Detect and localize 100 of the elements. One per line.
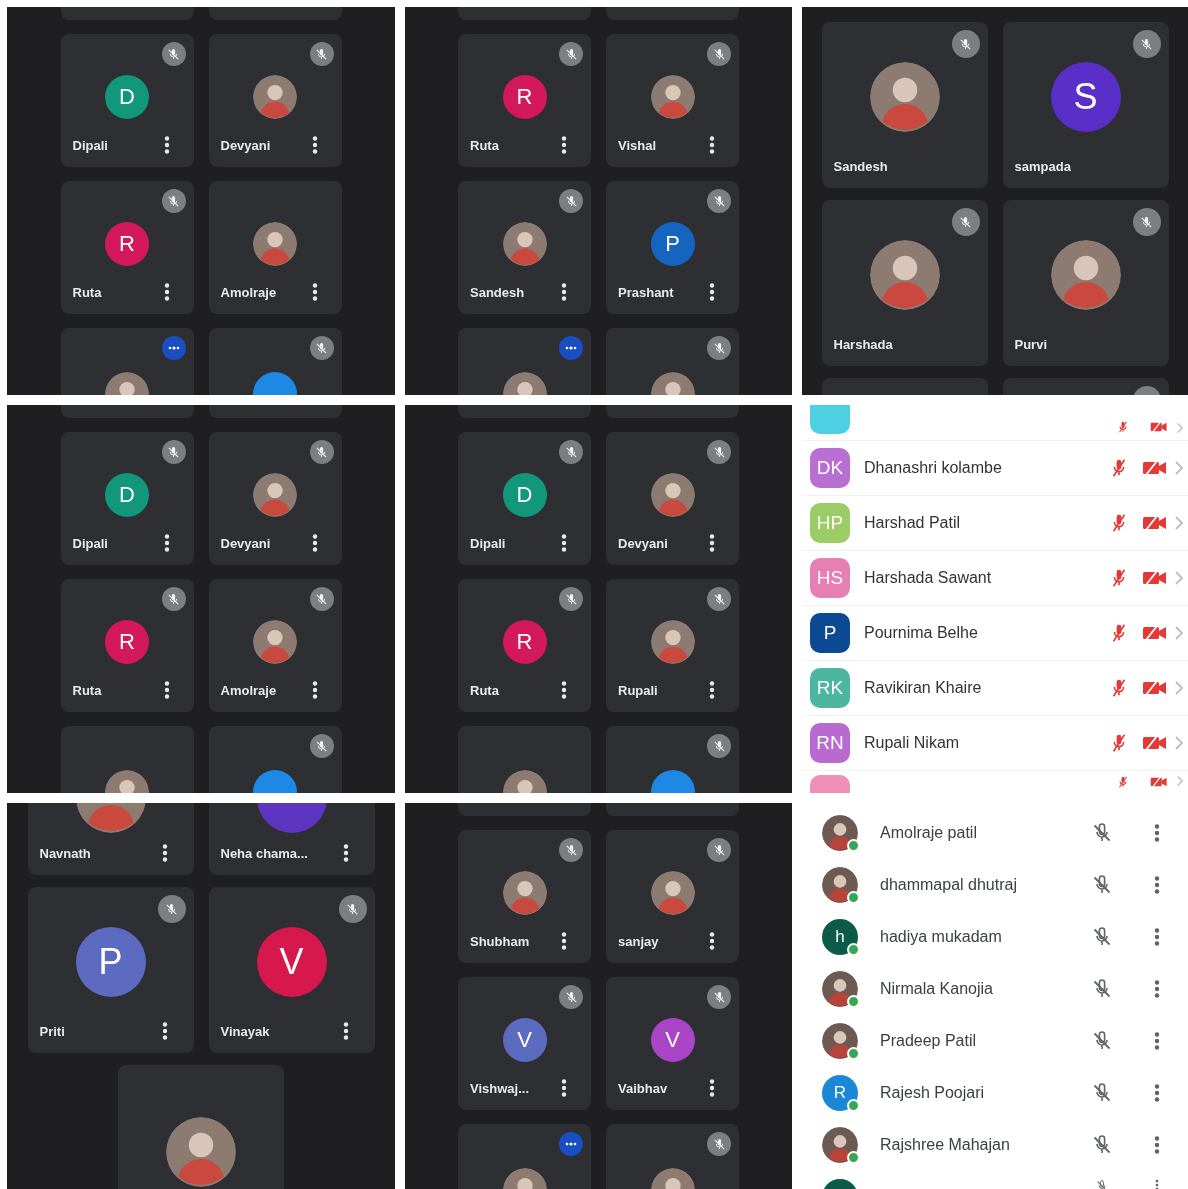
- profile-photo-placeholder: [650, 472, 695, 517]
- online-status-dot: [847, 1047, 860, 1060]
- participant-name: Navnath: [39, 845, 91, 861]
- avatar-initial: D: [502, 472, 547, 517]
- participant-name: Priti: [39, 1023, 65, 1039]
- mic-off-icon: [1116, 775, 1130, 789]
- participant-name: Shubham: [470, 933, 530, 949]
- profile-photo-placeholder: [650, 74, 695, 119]
- online-status-dot: [847, 995, 860, 1008]
- more-options-button[interactable]: [707, 1078, 717, 1098]
- video-off-icon: [1150, 775, 1168, 789]
- avatar-initial: D: [105, 74, 149, 119]
- participant-name: sampada: [1014, 158, 1071, 174]
- avatar-initials: RN: [810, 723, 850, 763]
- avatar-initial: V: [650, 1017, 695, 1062]
- more-options-button[interactable]: [1152, 1135, 1162, 1155]
- participant-name: Amolraje: [220, 682, 277, 698]
- mic-off-icon: [1116, 420, 1130, 434]
- profile-photo-placeholder: [502, 221, 547, 266]
- more-options-button[interactable]: [1152, 927, 1162, 947]
- avatar-initial: D: [105, 472, 149, 517]
- profile-photo-placeholder: [1050, 240, 1121, 310]
- avatar-initials: RK: [810, 668, 850, 708]
- participant-name: Devyani: [220, 137, 271, 153]
- profile-photo-placeholder: [253, 221, 297, 266]
- participant-name: Prashant: [618, 284, 674, 300]
- video-off-icon: [1150, 420, 1168, 434]
- online-status-dot: [847, 839, 860, 852]
- participant-name: Devyani: [220, 535, 271, 551]
- more-options-button[interactable]: [1152, 823, 1162, 843]
- participant-name: Devyani: [618, 535, 668, 551]
- participant-name: Ruta: [470, 682, 499, 698]
- participant-name: Dipali: [72, 535, 108, 551]
- participant-name: Vaibhav: [618, 1080, 668, 1096]
- participant-name: Dhanashri kolambe: [864, 459, 1002, 477]
- more-options-button[interactable]: [1152, 875, 1162, 895]
- profile-photo-placeholder: [166, 1117, 236, 1187]
- participant-name: Purvi: [1014, 336, 1047, 352]
- avatar-initial: R: [502, 74, 547, 119]
- participant-name: dhammapal dhutraj: [880, 876, 1017, 894]
- online-status-dot: [847, 1099, 860, 1112]
- more-options-button[interactable]: [707, 282, 717, 302]
- more-options-button[interactable]: [1152, 1083, 1162, 1103]
- participant-name: Pournima Belhe: [864, 624, 978, 642]
- participant-name: Vishwaj...: [470, 1080, 529, 1096]
- avatar-initial: S: [1050, 62, 1121, 132]
- more-options-button[interactable]: [1152, 979, 1162, 999]
- profile-photo-placeholder: [650, 619, 695, 664]
- avatar-initial: V: [502, 1017, 547, 1062]
- participant-name: Harshada Sawant: [864, 569, 992, 587]
- profile-photo-placeholder: [650, 870, 695, 915]
- more-options-button[interactable]: [559, 1078, 569, 1098]
- participant-name: Ruta: [72, 682, 102, 698]
- profile-photo-placeholder: [253, 74, 297, 119]
- avatar-initial: R: [105, 221, 149, 266]
- profile-photo-placeholder: [822, 971, 858, 1007]
- participant-name: Rupali: [618, 682, 658, 698]
- participant-name: Vishal: [618, 137, 657, 153]
- profile-photo-placeholder: [502, 870, 547, 915]
- profile-photo-placeholder: [822, 1127, 858, 1163]
- participant-name: Ruta: [470, 137, 499, 153]
- participant-name: Ruta: [72, 284, 102, 300]
- more-options-button[interactable]: [559, 680, 569, 700]
- participant-name: Rajesh Poojari: [880, 1084, 985, 1102]
- participant-name: Rajshree Mahajan: [880, 1136, 1010, 1154]
- profile-photo-placeholder: [822, 815, 858, 851]
- avatar-initial: R: [822, 1075, 858, 1111]
- profile-photo-placeholder: [869, 62, 940, 132]
- more-options-button[interactable]: [707, 135, 717, 155]
- profile-photo-placeholder: [253, 472, 297, 517]
- avatar-initial: V: [256, 927, 327, 997]
- more-options-button[interactable]: [559, 931, 569, 951]
- avatar-initial: R: [502, 619, 547, 664]
- more-options-button[interactable]: [1152, 1031, 1162, 1051]
- avatar-initial: h: [822, 919, 858, 955]
- avatar-initials: P: [810, 613, 850, 653]
- participant-name: Neha chama...: [220, 845, 308, 861]
- participant-name: Pradeep Patil: [880, 1032, 977, 1050]
- participant-name: Amolraje patil: [880, 824, 977, 842]
- avatar-initial: P: [75, 927, 146, 997]
- mic-off-icon: [1095, 1179, 1109, 1189]
- more-options-button[interactable]: [559, 282, 569, 302]
- more-options-button[interactable]: [707, 931, 717, 951]
- participant-name: sanjay: [618, 933, 659, 949]
- more-options-button[interactable]: [707, 533, 717, 553]
- profile-photo-placeholder: [253, 619, 297, 664]
- participant-name: Ravikiran Khaire: [864, 679, 982, 697]
- more-options-button[interactable]: [707, 680, 717, 700]
- participant-name: Vinayak: [220, 1023, 270, 1039]
- more-options-button[interactable]: [559, 533, 569, 553]
- participant-name: Dipali: [72, 137, 108, 153]
- avatar-initials: DK: [810, 448, 850, 488]
- participant-name: Sandesh: [470, 284, 525, 300]
- participant-name: Dipali: [470, 535, 506, 551]
- more-options-button[interactable]: [559, 135, 569, 155]
- avatar-initials: HS: [810, 558, 850, 598]
- participant-name: Nirmala Kanojia: [880, 980, 993, 998]
- profile-photo-placeholder: [822, 867, 858, 903]
- participant-name: Rupali Nikam: [864, 734, 960, 752]
- profile-photo-placeholder: [822, 1023, 858, 1059]
